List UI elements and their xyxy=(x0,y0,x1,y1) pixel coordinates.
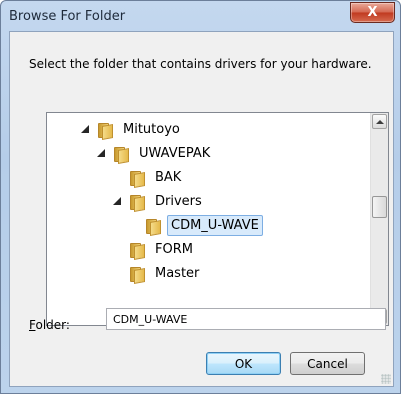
tree-item-mitutoyo[interactable]: Mitutoyo xyxy=(81,117,184,141)
vertical-scrollbar[interactable] xyxy=(370,113,388,325)
dialog-body: Select the folder that contains drivers … xyxy=(9,31,394,387)
tree-item-label: UWAVEPAK xyxy=(139,145,211,161)
tree-item-master[interactable]: Master xyxy=(129,261,203,285)
tree-item-label: Drivers xyxy=(155,193,202,209)
tree-item-label: BAK xyxy=(155,169,182,185)
scroll-up-button[interactable] xyxy=(372,114,387,129)
arrow-up-icon xyxy=(375,119,384,124)
dialog-title: Browse For Folder xyxy=(9,9,126,24)
cancel-button[interactable]: Cancel xyxy=(290,352,365,375)
folder-icon xyxy=(129,194,144,210)
folder-field-label: Folder: xyxy=(29,318,70,332)
instruction-text: Select the folder that contains drivers … xyxy=(29,57,372,71)
folder-icon xyxy=(113,146,128,162)
tree-item-uwavepak[interactable]: UWAVEPAK xyxy=(97,141,214,165)
folder-icon xyxy=(129,170,144,186)
folder-icon xyxy=(145,218,160,234)
expanded-arrow-icon[interactable] xyxy=(113,197,121,205)
tree-item-label: Mitutoyo xyxy=(123,121,180,137)
tree-item-label: CDM_U-WAVE xyxy=(167,214,263,236)
tree-item-cdm-u-wave[interactable]: CDM_U-WAVE xyxy=(145,213,263,237)
folder-label-rest: older: xyxy=(35,318,70,332)
title-bar[interactable]: Browse For Folder X xyxy=(1,1,400,31)
expanded-arrow-icon[interactable] xyxy=(81,125,89,133)
folder-icon xyxy=(129,266,144,282)
tree-item-bak[interactable]: BAK xyxy=(129,165,185,189)
folder-icon xyxy=(97,122,112,138)
tree-item-label: FORM xyxy=(155,241,193,257)
scrollbar-thumb[interactable] xyxy=(372,196,387,218)
folder-icon xyxy=(129,242,144,258)
resize-grip[interactable] xyxy=(381,374,391,384)
expanded-arrow-icon[interactable] xyxy=(97,149,105,157)
close-button[interactable]: X xyxy=(350,2,395,23)
ok-button[interactable]: OK xyxy=(206,352,281,375)
folder-input[interactable] xyxy=(106,308,386,330)
tree-item-drivers[interactable]: Drivers xyxy=(113,189,206,213)
browse-for-folder-dialog: Browse For Folder X Select the folder th… xyxy=(0,0,401,394)
tree-item-label: Master xyxy=(155,265,200,281)
tree-item-form[interactable]: FORM xyxy=(129,237,197,261)
close-icon: X xyxy=(367,5,378,20)
folder-tree[interactable]: Mitutoyo UWAVEPAK BAK Drivers CDM_U-WAVE xyxy=(46,112,389,326)
